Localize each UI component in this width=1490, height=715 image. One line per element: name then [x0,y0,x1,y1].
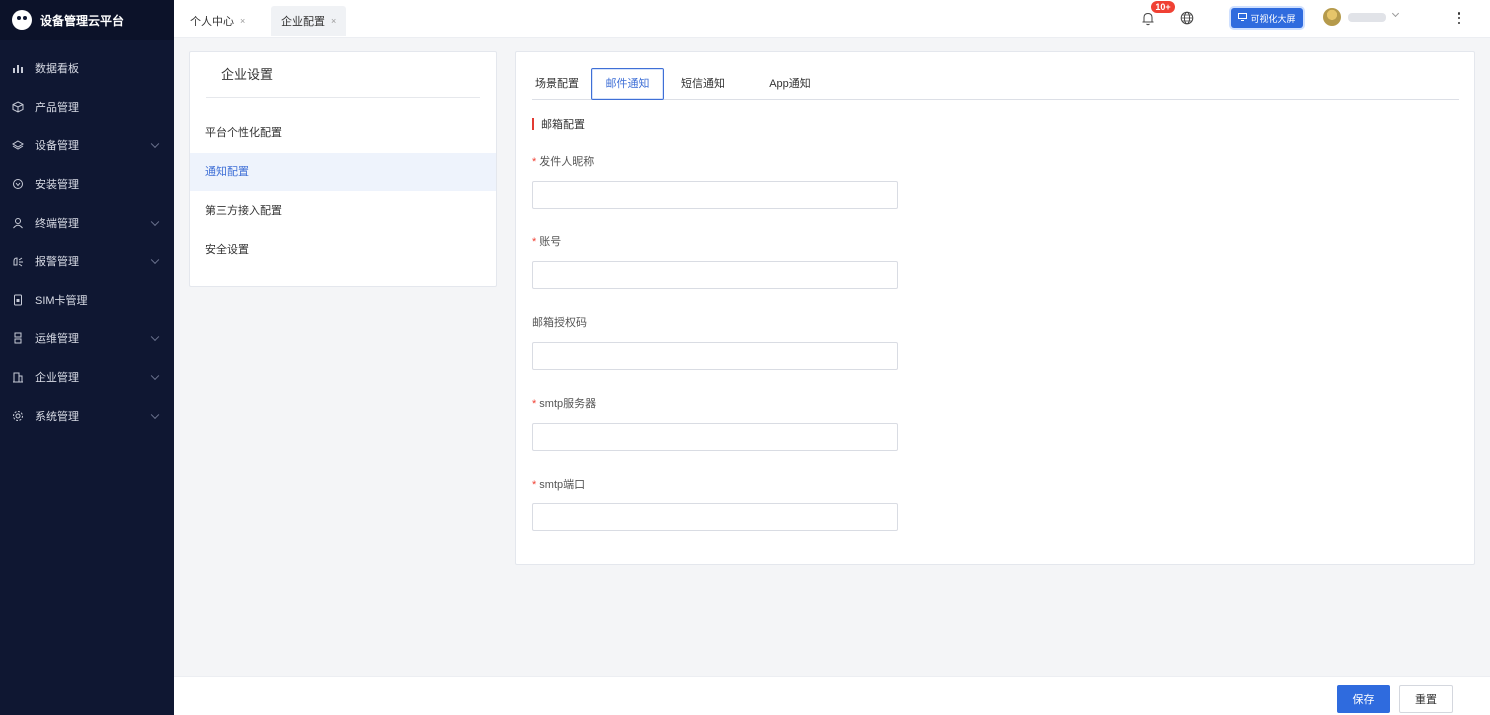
notification-config-panel: 场景配置 邮件通知 短信通知 App通知 邮箱配置 * 发件人昵称 * 账号 邮箱授… [515,51,1475,565]
tab-personal-center[interactable]: 个人中心 × [180,6,255,36]
required-mark: * [532,156,537,168]
monitor-icon [1238,13,1248,23]
bigscreen-button[interactable]: 可视化大屏 [1231,8,1303,28]
save-button[interactable]: 保存 [1337,685,1390,713]
sidebar-item-label: 数据看板 [35,63,79,76]
settings-item-security[interactable]: 安全设置 [190,231,496,269]
sidebar: 设备管理云平台 数据看板 产品管理 设备管理 安装管理 终端管理 报警管理 SI… [0,0,174,715]
user-icon [12,217,24,229]
smtp-server-label: * smtp服务器 [532,398,597,410]
install-icon [12,178,24,190]
settings-item-platform-personalization[interactable]: 平台个性化配置 [190,114,496,152]
sidebar-item-dashboard[interactable]: 数据看板 [0,49,174,88]
chevron-down-icon [150,217,160,226]
chevron-down-icon [150,333,160,342]
tab-email-notification[interactable]: 邮件通知 [591,68,664,100]
required-mark: * [532,398,537,410]
chevron-down-icon [150,410,160,419]
gear-icon [12,410,24,422]
tab-label: 企业配置 [281,16,325,28]
logo-icon [12,10,32,30]
reset-button[interactable]: 重置 [1399,685,1453,713]
sidebar-item-ops[interactable]: 运维管理 [0,319,174,358]
sidebar-item-label: 企业管理 [35,372,79,385]
sidebar-item-label: 设备管理 [35,140,79,153]
settings-item-third-party[interactable]: 第三方接入配置 [190,192,496,230]
notification-tabs: 场景配置 邮件通知 短信通知 App通知 [532,68,1459,100]
required-mark: * [532,236,537,248]
avatar[interactable] [1323,8,1341,26]
sidebar-item-label: 终端管理 [35,217,79,230]
sidebar-menu: 数据看板 产品管理 设备管理 安装管理 终端管理 报警管理 SIM卡管理 运维管… [0,40,174,435]
account-input[interactable] [532,261,898,289]
chevron-down-icon [150,140,160,149]
notification-badge: 10+ [1151,1,1175,13]
section-accent-bar [532,118,534,130]
sidebar-item-label: 产品管理 [35,101,79,114]
smtp-server-input[interactable] [532,423,898,451]
ops-icon [12,332,24,344]
app-title: 设备管理云平台 [40,13,125,28]
sidebar-item-terminals[interactable]: 终端管理 [0,203,174,242]
close-icon[interactable]: × [331,16,336,26]
sidebar-item-label: 报警管理 [35,256,79,269]
chart-icon [12,62,24,74]
sidebar-item-label: 运维管理 [35,333,79,346]
sidebar-item-enterprise[interactable]: 企业管理 [0,358,174,397]
app-logo[interactable]: 设备管理云平台 [0,0,174,40]
settings-item-notification[interactable]: 通知配置 [190,153,496,191]
account-label: * 账号 [532,236,562,248]
sidebar-item-alarms[interactable]: 报警管理 [0,242,174,281]
building-icon [12,371,24,383]
chevron-down-icon [150,255,160,265]
tab-enterprise-config[interactable]: 企业配置 × [271,6,347,36]
close-icon[interactable]: × [240,16,245,26]
tab-scene-config[interactable]: 场景配置 [532,68,582,100]
sidebar-item-label: 系统管理 [35,410,79,423]
sidebar-item-label: SIM卡管理 [35,294,88,307]
required-mark: * [532,479,537,491]
tab-sms-notification[interactable]: 短信通知 [678,68,728,100]
settings-menu-panel: 企业设置 平台个性化配置 通知配置 第三方接入配置 安全设置 [189,51,497,287]
section-title: 邮箱配置 [541,119,585,131]
layers-icon [12,139,24,151]
sidebar-item-label: 安装管理 [35,179,79,192]
user-name-redacted[interactable] [1348,13,1386,22]
auth-code-input[interactable] [532,342,898,370]
chevron-down-icon [150,371,160,381]
sidebar-item-devices[interactable]: 设备管理 [0,126,174,165]
tab-app-notification[interactable]: App通知 [765,68,815,100]
sidebar-item-install[interactable]: 安装管理 [0,165,174,204]
auth-code-label: 邮箱授权码 [532,317,587,329]
footer-bar: 保存 重置 [174,676,1490,715]
settings-title: 企业设置 [206,52,480,98]
cube-icon [12,101,24,113]
sender-nickname-input[interactable] [532,181,898,209]
tab-label: 个人中心 [190,16,234,28]
bigscreen-label: 可视化大屏 [1250,13,1296,24]
sim-icon [12,294,24,306]
globe-icon[interactable] [1179,10,1195,26]
smtp-port-label: * smtp端口 [532,479,586,491]
section-heading: 邮箱配置 [532,117,585,131]
more-vertical-icon[interactable] [1456,10,1462,26]
smtp-port-input[interactable] [532,503,898,531]
sidebar-item-products[interactable]: 产品管理 [0,88,174,127]
alarm-icon [12,255,24,267]
sidebar-item-sim[interactable]: SIM卡管理 [0,281,174,320]
sender-nickname-label: * 发件人昵称 [532,156,595,168]
sidebar-item-system[interactable]: 系统管理 [0,396,174,435]
